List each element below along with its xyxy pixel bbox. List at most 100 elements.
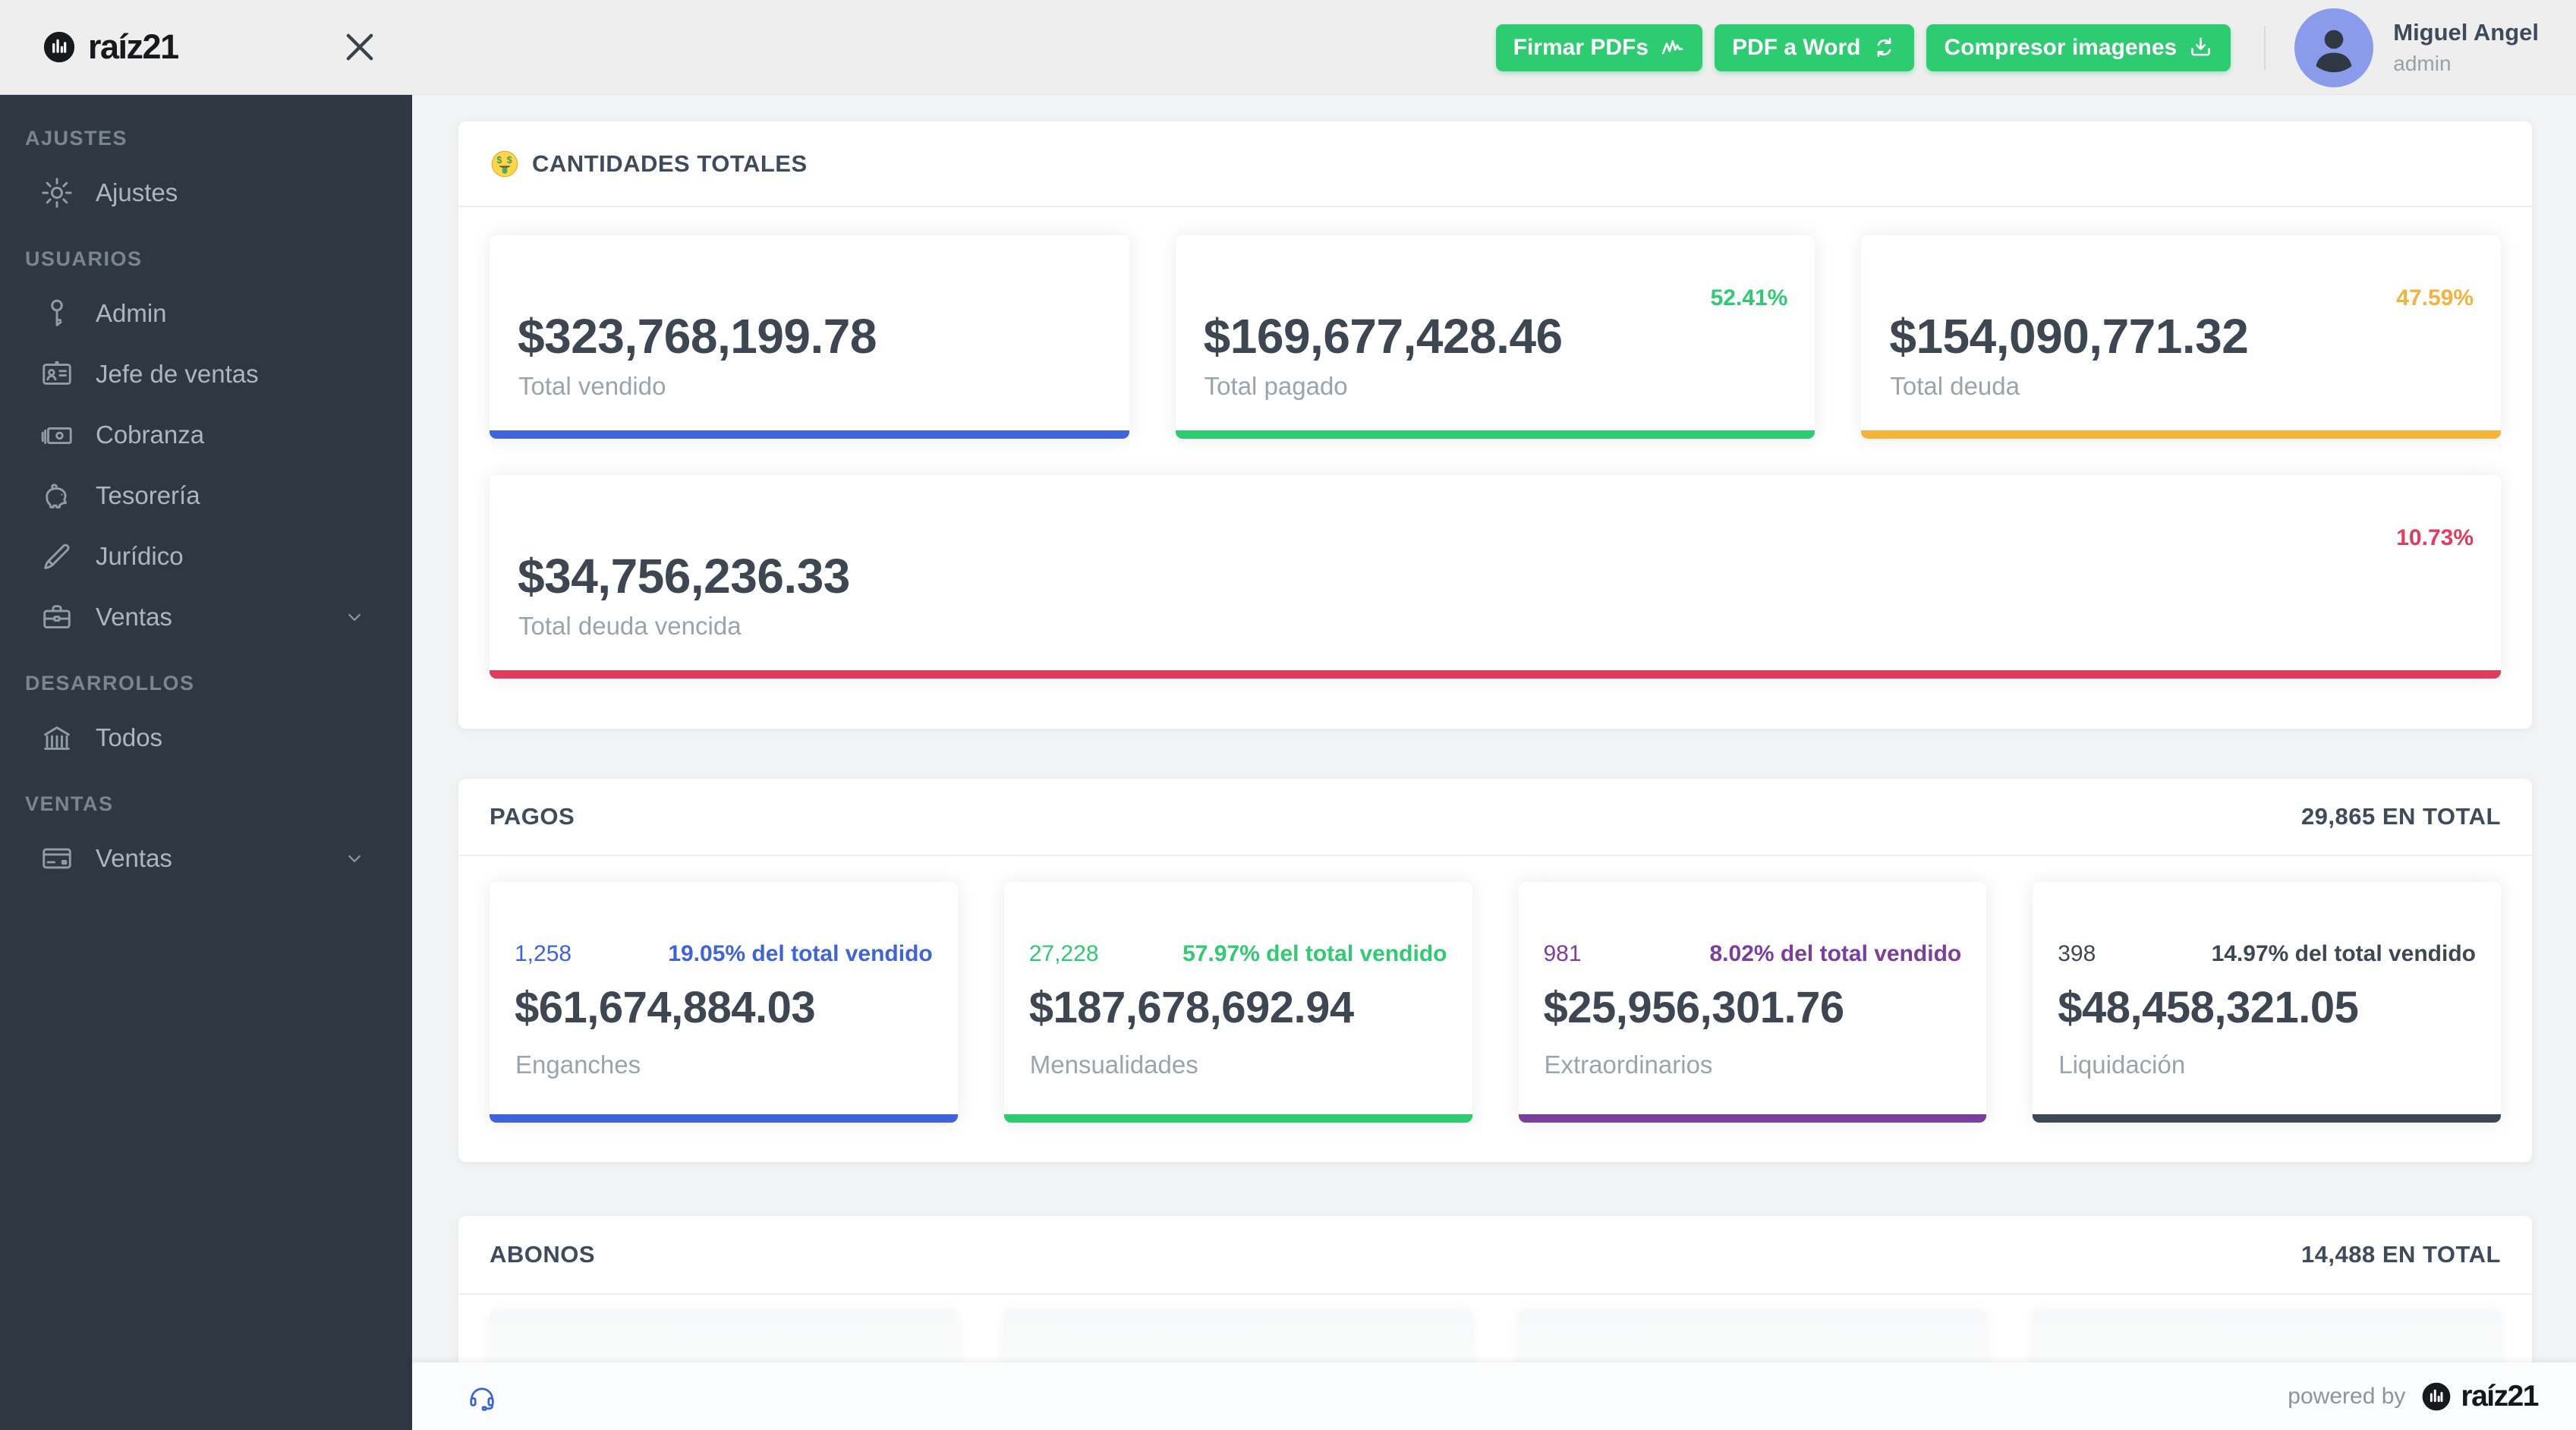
user-role: admin — [2393, 52, 2452, 75]
gear-icon — [42, 178, 72, 208]
abonos-header: ABONOS 14,488 EN TOTAL — [458, 1216, 2532, 1295]
sidebar-item-cobranza[interactable]: Cobranza — [0, 405, 412, 465]
sidebar-item-label: Ajustes — [96, 178, 178, 206]
cantidades-totales-panel: $ $ CANTIDADES TOTALES $323,768,199.78 T… — [458, 121, 2532, 729]
abonos-total-badge: 14,488 EN TOTAL — [2300, 1241, 2501, 1268]
topbar-actions: Firmar PDFs PDF a Word Compresor imagene… — [1484, 0, 2539, 95]
sidebar-item-label: Cobranza — [96, 420, 205, 449]
pagos-header: PAGOS 29,865 EN TOTAL — [458, 779, 2532, 856]
liquidacion-card: 398 14.97% del total vendido $48,458,321… — [2033, 882, 2501, 1123]
topbar: raíz21 Firmar PDFs PDF a Word Compresor … — [0, 0, 2576, 95]
sidebar-item-ajustes[interactable]: Ajustes — [0, 162, 412, 223]
topbar-divider — [2264, 25, 2266, 70]
sidebar-item-label: Jurídico — [96, 542, 184, 570]
raiz21-logo-icon — [43, 31, 75, 63]
cantidades-totales-header: $ $ CANTIDADES TOTALES — [458, 121, 2532, 207]
liquidacion-percent: 14.97% del total vendido — [2211, 941, 2476, 966]
total-pagado-amount: $169,677,428.46 — [1203, 309, 1563, 364]
sidebar-item-label: Todos — [96, 723, 163, 751]
total-pagado-label: Total pagado — [1204, 372, 1348, 400]
sidebar-item-ventas-usuarios[interactable]: Ventas — [0, 587, 412, 647]
mensualidades-card: 27,228 57.97% del total vendido $187,678… — [1003, 882, 1472, 1123]
panel-title: PAGOS — [490, 803, 575, 830]
cantidades-totales-body: $323,768,199.78 Total vendido 52.41% $16… — [458, 207, 2532, 679]
enganches-card: 1,258 19.05% del total vendido $61,674,8… — [490, 882, 958, 1123]
total-vendido-amount: $323,768,199.78 — [518, 309, 877, 364]
user-avatar[interactable] — [2294, 8, 2374, 87]
panel-title: ABONOS — [490, 1241, 596, 1268]
money-mouth-face-emoji: $ $ — [491, 150, 518, 177]
abonos-card-placeholder — [490, 1310, 958, 1362]
sidebar-item-todos[interactable]: Todos — [0, 707, 412, 768]
enganches-count: 1,258 — [515, 941, 572, 966]
bank-icon — [44, 726, 70, 750]
sidebar-item-jefe-de-ventas[interactable]: Jefe de ventas — [0, 344, 412, 405]
extraordinarios-count: 981 — [1543, 941, 1582, 966]
abonos-body — [458, 1295, 2532, 1362]
raiz21-logo-icon — [2423, 1382, 2451, 1410]
enganches-label: Enganches — [515, 1050, 641, 1079]
download-icon — [2191, 37, 2211, 56]
brand-name: raíz21 — [88, 27, 179, 66]
cash-icon — [41, 427, 72, 444]
sidebar-section-ventas: VENTAS — [25, 792, 114, 815]
abonos-card-placeholder — [2033, 1310, 2501, 1362]
liquidacion-label: Liquidación — [2058, 1050, 2186, 1079]
powered-by-text: powered by — [2288, 1383, 2406, 1409]
sidebar-item-label: Tesorería — [96, 481, 200, 509]
abonos-panel: ABONOS 14,488 EN TOTAL — [458, 1216, 2532, 1362]
sidebar: AJUSTES Ajustes USUARIOS Admin Jefe de v… — [0, 95, 412, 1430]
sidebar-item-label: Admin — [96, 299, 167, 327]
extraordinarios-card: 981 8.02% del total vendido $25,956,301.… — [1518, 882, 1987, 1123]
pagos-body: 1,258 19.05% del total vendido $61,674,8… — [458, 856, 2532, 1123]
total-deuda-vencida-percent: 10.73% — [2396, 525, 2474, 550]
panel-title: CANTIDADES TOTALES — [532, 150, 808, 177]
piggy-bank-icon — [46, 483, 67, 509]
liquidacion-amount: $48,458,321.05 — [2058, 983, 2359, 1032]
total-deuda-card: 47.59% $154,090,771.32 Total deuda — [1861, 235, 2502, 439]
user-menu[interactable]: Miguel Angel admin — [2393, 19, 2539, 76]
compresor-imagenes-button[interactable]: Compresor imagenes — [1926, 24, 2231, 71]
headset-support-icon[interactable] — [465, 1380, 499, 1413]
enganches-percent: 19.05% del total vendido — [668, 941, 933, 966]
svg-text:$: $ — [496, 154, 502, 165]
convert-icon — [1878, 37, 1891, 58]
brand-logo[interactable]: raíz21 — [42, 27, 179, 67]
signature-icon — [1661, 39, 1683, 55]
extraordinarios-amount: $25,956,301.76 — [1543, 983, 1845, 1032]
mensualidades-count: 27,228 — [1028, 941, 1099, 966]
sidebar-item-tesoreria[interactable]: Tesorería — [0, 465, 412, 526]
close-icon — [346, 33, 373, 61]
extraordinarios-percent: 8.02% del total vendido — [1709, 941, 1962, 966]
extraordinarios-label: Extraordinarios — [1544, 1050, 1713, 1079]
user-icon — [2316, 30, 2352, 72]
sidebar-item-label: Ventas — [96, 603, 172, 631]
key-icon — [51, 299, 63, 326]
sidebar-item-juridico[interactable]: Jurídico — [0, 526, 412, 587]
total-deuda-percent: 47.59% — [2396, 285, 2474, 310]
total-vendido-card: $323,768,199.78 Total vendido — [490, 235, 1129, 439]
total-pagado-card: 52.41% $169,677,428.46 Total pagado — [1175, 235, 1815, 439]
credit-card-icon — [43, 848, 71, 869]
sidebar-section-desarrollos: DESARROLLOS — [25, 672, 195, 695]
firmar-pdfs-button[interactable]: Firmar PDFs — [1495, 24, 1703, 71]
sidebar-item-label: Ventas — [96, 844, 172, 872]
main-content: $ $ CANTIDADES TOTALES $323,768,199.78 T… — [412, 95, 2576, 1362]
pdf-a-word-label: PDF a Word — [1732, 34, 1861, 60]
total-deuda-amount: $154,090,771.32 — [1889, 309, 2249, 364]
sidebar-close-button[interactable] — [340, 27, 379, 67]
mensualidades-amount: $187,678,692.94 — [1028, 983, 1354, 1032]
id-card-icon — [43, 361, 71, 385]
sidebar-item-label: Jefe de ventas — [96, 360, 259, 388]
chevron-down-icon — [348, 855, 361, 862]
enganches-amount: $61,674,884.03 — [515, 983, 816, 1032]
chevron-down-icon — [348, 613, 361, 621]
sidebar-item-admin[interactable]: Admin — [0, 283, 412, 344]
pagos-panel: PAGOS 29,865 EN TOTAL 1,258 19.05% del t… — [458, 779, 2532, 1162]
footer-brand: raíz21 — [2420, 1380, 2539, 1413]
user-name: Miguel Angel — [2393, 19, 2539, 46]
total-deuda-vencida-amount: $34,756,236.33 — [518, 549, 850, 603]
briefcase-icon — [43, 605, 71, 628]
pdf-a-word-button[interactable]: PDF a Word — [1715, 24, 1915, 71]
sidebar-item-ventas[interactable]: Ventas — [0, 828, 412, 889]
